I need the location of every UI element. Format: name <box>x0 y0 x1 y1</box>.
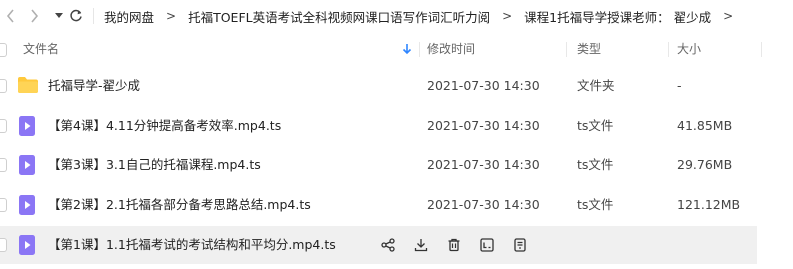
select-all-checkbox[interactable] <box>0 43 7 57</box>
modified-time: 2021-07-30 14:30 <box>427 78 540 93</box>
row-actions <box>380 235 545 255</box>
file-name[interactable]: 【第4课】4.11分钟提高备考效率.mp4.ts <box>48 107 281 145</box>
file-size: 29.76MB <box>677 157 733 172</box>
column-header-name[interactable]: 文件名 <box>23 34 59 64</box>
file-name[interactable]: 【第3课】3.1自己的托福课程.mp4.ts <box>48 146 261 184</box>
video-file-icon <box>19 116 35 136</box>
chevron-right-icon <box>30 9 38 23</box>
file-type: 文件夹 <box>577 78 615 93</box>
file-name[interactable]: 【第2课】2.1托福各部分备考思路总结.mp4.ts <box>48 186 311 224</box>
rename-icon <box>480 238 494 252</box>
modified-time: 2021-07-30 14:30 <box>427 157 540 172</box>
rename-button[interactable] <box>479 236 495 254</box>
back-button[interactable] <box>2 6 18 26</box>
file-type: ts文件 <box>577 118 614 133</box>
share-button[interactable] <box>380 236 396 254</box>
row-checkbox[interactable] <box>0 119 7 133</box>
breadcrumb-separator: > <box>166 9 177 23</box>
column-divider <box>761 42 762 57</box>
video-file-icon <box>19 155 35 175</box>
download-button[interactable] <box>413 236 429 254</box>
modified-time: 2021-07-30 14:30 <box>427 118 540 133</box>
more-icon <box>514 238 526 252</box>
forward-button[interactable] <box>26 6 42 26</box>
breadcrumb-item-root[interactable]: 我的网盘 <box>104 7 154 26</box>
file-size: 121.12MB <box>677 197 741 212</box>
row-checkbox[interactable] <box>0 158 7 172</box>
column-header-type[interactable]: 类型 <box>577 34 601 64</box>
table-row[interactable]: 【第1课】1.1托福考试的考试结构和平均分.mp4.ts <box>0 226 757 264</box>
breadcrumb-item-course1[interactable]: 课程1托福导学授课老师： 翟少成 <box>524 7 711 26</box>
file-name[interactable]: 托福导学-翟少成 <box>48 67 140 105</box>
table-row[interactable]: 托福导学-翟少成 2021-07-30 14:30 文件夹 - <box>0 67 793 105</box>
column-header-size[interactable]: 大小 <box>677 34 701 64</box>
breadcrumb: 我的网盘 > 托福TOEFL英语考试全科视频网课口语写作词汇听力阅 > 课程1托… <box>104 6 745 26</box>
more-button[interactable] <box>512 236 528 254</box>
breadcrumb-item-toefl[interactable]: 托福TOEFL英语考试全科视频网课口语写作词汇听力阅 <box>188 7 490 26</box>
share-icon <box>381 238 395 252</box>
column-header-modified[interactable]: 修改时间 <box>427 34 475 64</box>
row-checkbox[interactable] <box>0 238 7 252</box>
table-header: 文件名 修改时间 类型 大小 <box>0 34 793 64</box>
file-type: ts文件 <box>577 157 614 172</box>
column-divider <box>566 42 567 57</box>
folder-icon <box>18 77 38 93</box>
chevron-left-icon <box>6 9 14 23</box>
refresh-icon <box>70 9 82 22</box>
table-row[interactable]: 【第3课】3.1自己的托福课程.mp4.ts 2021-07-30 14:30 … <box>0 146 793 184</box>
delete-icon <box>448 238 460 252</box>
row-checkbox[interactable] <box>0 79 7 93</box>
refresh-button[interactable] <box>68 6 84 26</box>
video-file-icon <box>19 195 35 215</box>
caret-down-icon <box>55 13 63 18</box>
column-divider <box>419 42 420 57</box>
file-size: 41.85MB <box>677 118 733 133</box>
file-type: ts文件 <box>577 197 614 212</box>
breadcrumb-separator: > <box>502 9 513 23</box>
arrow-down-icon[interactable] <box>402 43 412 55</box>
nav-divider <box>93 8 94 24</box>
video-file-icon <box>19 235 35 255</box>
download-icon <box>414 239 428 252</box>
column-divider <box>668 42 669 57</box>
top-bar: 我的网盘 > 托福TOEFL英语考试全科视频网课口语写作词汇听力阅 > 课程1托… <box>0 0 793 33</box>
delete-button[interactable] <box>446 236 462 254</box>
breadcrumb-separator: > <box>723 9 734 23</box>
file-size: - <box>677 78 682 93</box>
table-row[interactable]: 【第4课】4.11分钟提高备考效率.mp4.ts 2021-07-30 14:3… <box>0 107 793 145</box>
file-name[interactable]: 【第1课】1.1托福考试的考试结构和平均分.mp4.ts <box>48 226 336 264</box>
history-dropdown-button[interactable] <box>51 6 67 26</box>
table-row[interactable]: 【第2课】2.1托福各部分备考思路总结.mp4.ts 2021-07-30 14… <box>0 186 793 224</box>
modified-time: 2021-07-30 14:30 <box>427 197 540 212</box>
row-checkbox[interactable] <box>0 198 7 212</box>
